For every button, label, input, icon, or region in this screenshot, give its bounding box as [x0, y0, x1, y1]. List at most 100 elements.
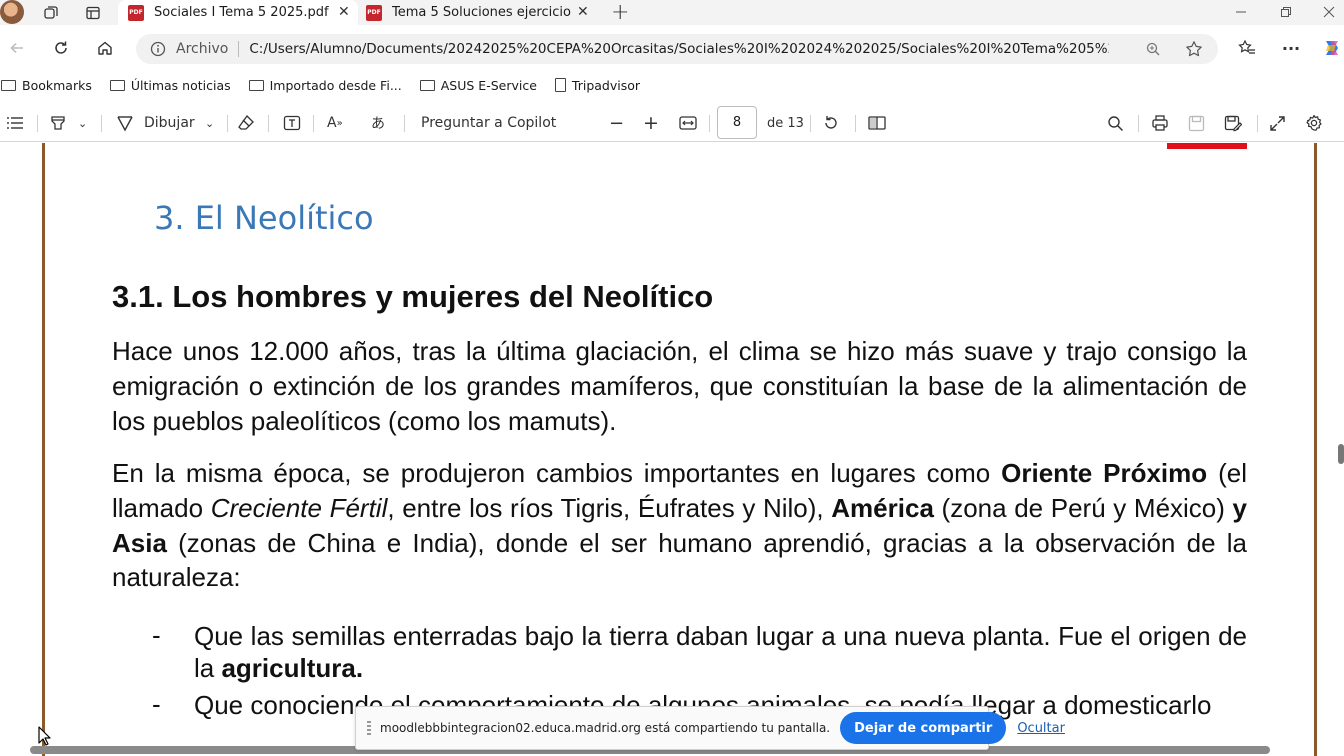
- hide-link[interactable]: Ocultar: [1017, 721, 1065, 736]
- subsection-title: 3.1. Los hombres y mujeres del Neolítico: [112, 279, 714, 314]
- divider: [810, 115, 811, 132]
- share-message: moodlebbbintegracion02.educa.madrid.org …: [380, 721, 831, 735]
- ask-copilot-button[interactable]: Preguntar a Copilot: [421, 112, 556, 134]
- translate-icon[interactable]: あ: [371, 112, 385, 134]
- page-border-right: [1314, 143, 1317, 756]
- divider: [404, 115, 405, 132]
- folder-icon: [419, 79, 435, 91]
- close-window-icon[interactable]: [1314, 2, 1344, 22]
- search-icon[interactable]: [1107, 112, 1124, 134]
- drag-handle-icon[interactable]: [367, 721, 371, 735]
- restore-icon[interactable]: [1271, 2, 1301, 22]
- bookmark-bookmarks[interactable]: Bookmarks: [1, 78, 92, 93]
- url-text[interactable]: C:/Users/Alumno/Documents/20242025%20CEP…: [249, 41, 1109, 57]
- divider: [855, 115, 856, 132]
- bullet-item-1: Que las semillas enterradas bajo la tier…: [194, 620, 1247, 684]
- minimize-icon[interactable]: [1226, 2, 1256, 22]
- bookmark-label: Importado desde Fi...: [269, 77, 402, 93]
- text-box-icon[interactable]: [283, 112, 301, 134]
- draw-label: Dibujar: [144, 115, 195, 131]
- security-label[interactable]: Archivo: [176, 41, 228, 57]
- stop-sharing-button[interactable]: Dejar de compartir: [840, 712, 1007, 744]
- contents-icon[interactable]: [6, 112, 24, 134]
- back-icon[interactable]: [6, 37, 28, 59]
- pdf-icon: PDF: [366, 4, 382, 21]
- read-aloud-icon[interactable]: A»: [327, 112, 343, 134]
- bold-term: agricultura.: [221, 653, 364, 683]
- decorative-red-bar: [1167, 143, 1247, 149]
- paragraph-text: (zonas de China e India), donde el ser h…: [112, 527, 1247, 593]
- tab-title: Tema 5 Soluciones ejercicios Preh: [392, 5, 571, 20]
- close-tab-icon[interactable]: ✕: [577, 4, 589, 20]
- paragraph-text: En la misma época, se produjeron cambios…: [112, 458, 1002, 488]
- new-tab-icon[interactable]: +: [611, 0, 629, 25]
- pdf-toolbar: ⌄ Dibujar ⌄ A» あ Preguntar a Copilot − +…: [0, 104, 1344, 142]
- divider: [313, 115, 314, 132]
- chevron-down-icon[interactable]: ⌄: [205, 112, 214, 134]
- zoom-icon[interactable]: [1145, 41, 1161, 57]
- zoom-out-icon[interactable]: −: [609, 112, 624, 134]
- refresh-icon[interactable]: [50, 37, 72, 59]
- vertical-scrollbar-thumb[interactable]: [1338, 444, 1344, 464]
- bullet-marker: -: [152, 689, 161, 719]
- bold-term: Oriente Próximo: [1001, 458, 1208, 488]
- fit-width-icon[interactable]: [679, 112, 697, 134]
- folder-icon: [248, 79, 264, 91]
- highlight-icon[interactable]: [49, 112, 67, 134]
- chevron-down-icon[interactable]: ⌄: [78, 112, 87, 134]
- save-icon[interactable]: [1188, 112, 1205, 134]
- home-icon[interactable]: [94, 37, 116, 59]
- profile-avatar[interactable]: [0, 0, 24, 24]
- bookmarks-bar: Bookmarks Últimas noticias Importado des…: [0, 72, 1344, 98]
- divider: [1138, 115, 1139, 132]
- page-number-input[interactable]: 8: [717, 106, 757, 139]
- workspaces-icon[interactable]: [41, 3, 61, 23]
- info-icon[interactable]: [150, 41, 166, 57]
- tab-actions-icon[interactable]: [83, 3, 103, 23]
- bookmark-asus[interactable]: ASUS E-Service: [419, 78, 537, 93]
- tab-title: Sociales I Tema 5 2025.pdf: [154, 5, 329, 20]
- divider: [1257, 115, 1258, 132]
- favorites-icon[interactable]: [1236, 37, 1258, 59]
- bookmark-label: Tripadvisor: [571, 77, 641, 93]
- print-icon[interactable]: [1151, 112, 1169, 134]
- paragraph-text: (zona de Perú y México): [933, 492, 1233, 523]
- tab-sociales-pdf[interactable]: PDF Sociales I Tema 5 2025.pdf: [118, 0, 358, 25]
- eraser-icon[interactable]: [237, 112, 255, 134]
- settings-gear-icon[interactable]: [1305, 112, 1323, 134]
- save-as-icon[interactable]: [1224, 112, 1242, 134]
- close-tab-icon[interactable]: ✕: [338, 4, 350, 20]
- paragraph-2: En la misma época, se produjeron cambios…: [112, 456, 1247, 595]
- pdf-icon: PDF: [128, 4, 144, 21]
- page-total: de 13: [767, 115, 804, 131]
- bullet-marker: -: [152, 620, 161, 650]
- copilot-icon[interactable]: [1321, 37, 1343, 59]
- draw-icon: [117, 116, 133, 132]
- tab-bar: PDF Sociales I Tema 5 2025.pdf ✕ PDF Tem…: [0, 0, 1344, 25]
- bookmark-label: Últimas noticias: [130, 77, 231, 93]
- rotate-icon[interactable]: [822, 112, 840, 134]
- address-bar[interactable]: Archivo C:/Users/Alumno/Documents/202420…: [136, 34, 1218, 64]
- folder-icon: [1, 79, 16, 91]
- zoom-in-icon[interactable]: +: [643, 112, 659, 134]
- divider: [37, 115, 38, 132]
- fullscreen-icon[interactable]: [1269, 112, 1286, 134]
- bookmark-label: Bookmarks: [22, 77, 92, 93]
- divider: [238, 41, 240, 57]
- more-options-icon[interactable]: ···: [1280, 37, 1302, 59]
- paragraph-text: , entre los ríos Tigris, Éufrates y Nilo…: [387, 492, 832, 523]
- tab-soluciones-pdf[interactable]: PDF Tema 5 Soluciones ejercicios Preh: [366, 0, 571, 25]
- page-view-icon[interactable]: [868, 112, 886, 134]
- italic-term: Creciente Fértil: [210, 492, 388, 523]
- folder-icon: [109, 79, 125, 91]
- bookmark-tripadvisor[interactable]: Tripadvisor: [554, 77, 641, 93]
- draw-button[interactable]: Dibujar: [116, 112, 195, 134]
- page-icon: [554, 78, 566, 92]
- bold-term: América: [831, 492, 934, 523]
- pdf-document-view[interactable]: 3. El Neolítico 3.1. Los hombres y mujer…: [0, 143, 1344, 756]
- bookmark-importado[interactable]: Importado desde Fi...: [248, 77, 402, 93]
- divider: [709, 115, 710, 132]
- section-title: 3. El Neolítico: [154, 199, 374, 237]
- favorite-star-icon[interactable]: [1185, 40, 1203, 58]
- bookmark-ultimas-noticias[interactable]: Últimas noticias: [109, 77, 231, 93]
